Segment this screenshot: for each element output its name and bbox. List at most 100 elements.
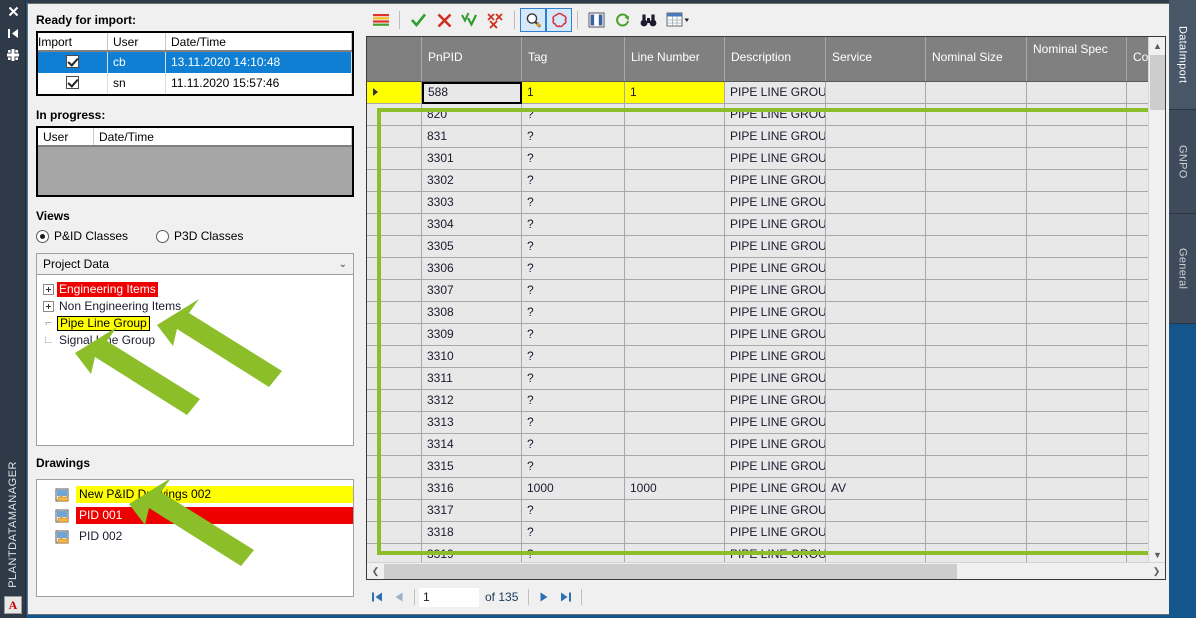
line-number-cell[interactable] [625,346,725,368]
nominal-spec-cell[interactable] [1027,280,1127,302]
service-cell[interactable] [826,390,926,412]
line-number-cell[interactable]: 1 [625,82,725,104]
marker-cell[interactable] [367,236,422,258]
first-page-button[interactable] [366,586,388,608]
nominal-size-cell[interactable] [926,544,1027,563]
nominal-spec-cell[interactable] [1027,104,1127,126]
grid-horizontal-scrollbar[interactable]: ❮ ❯ [367,562,1165,579]
line-number-cell[interactable] [625,280,725,302]
column-header-comm[interactable]: Comm [1127,37,1150,81]
table-row[interactable]: 3304? PIPE LINE GROUP [367,214,1150,236]
line-number-cell[interactable] [625,368,725,390]
nominal-spec-cell[interactable] [1027,236,1127,258]
nominal-spec-cell[interactable] [1027,170,1127,192]
pnpid-cell[interactable]: 3302 [422,170,522,192]
comm-cell[interactable] [1127,478,1150,500]
table-row[interactable]: 3309? PIPE LINE GROUP [367,324,1150,346]
tag-cell[interactable]: ? [522,544,625,563]
nominal-size-cell[interactable] [926,126,1027,148]
comm-cell[interactable] [1127,522,1150,544]
marker-cell[interactable] [367,214,422,236]
pnpid-cell[interactable]: 3303 [422,192,522,214]
pnpid-cell[interactable]: 3318 [422,522,522,544]
description-cell[interactable]: PIPE LINE GROUP [725,346,826,368]
columns-icon[interactable] [583,8,609,32]
comm-cell[interactable] [1127,412,1150,434]
comm-cell[interactable] [1127,544,1150,563]
tag-cell[interactable]: ? [522,302,625,324]
comm-cell[interactable] [1127,368,1150,390]
pnpid-cell[interactable]: 831 [422,126,522,148]
comm-cell[interactable] [1127,82,1150,104]
pnpid-cell[interactable]: 3304 [422,214,522,236]
radio-pid-classes-indicator[interactable] [36,229,49,243]
in-progress-table[interactable]: User Date/Time [36,126,354,197]
column-header-marker[interactable] [367,37,422,81]
table-row[interactable]: cb 13.11.2020 14:10:48 [38,52,352,73]
last-page-button[interactable] [555,586,577,608]
tag-cell[interactable]: ? [522,126,625,148]
line-number-cell[interactable] [625,104,725,126]
comm-cell[interactable] [1127,236,1150,258]
table-row[interactable]: sn 11.11.2020 15:57:46 [38,73,352,94]
find-binoculars-icon[interactable] [635,8,661,32]
import-checkbox-cell[interactable] [38,73,108,94]
tag-cell[interactable]: ? [522,500,625,522]
marker-cell[interactable] [367,104,422,126]
line-number-cell[interactable] [625,324,725,346]
service-cell[interactable] [826,104,926,126]
marker-cell[interactable] [367,522,422,544]
nominal-size-cell[interactable] [926,478,1027,500]
scroll-down-icon[interactable]: ▼ [1149,546,1165,563]
line-number-cell[interactable]: 1000 [625,478,725,500]
table-row[interactable]: 3310? PIPE LINE GROUP [367,346,1150,368]
import-checkbox[interactable] [66,76,79,89]
service-cell[interactable] [826,236,926,258]
tag-cell[interactable]: ? [522,324,625,346]
nominal-size-cell[interactable] [926,324,1027,346]
table-row[interactable]: 3314? PIPE LINE GROUP [367,434,1150,456]
service-cell[interactable] [826,258,926,280]
nominal-size-cell[interactable] [926,456,1027,478]
marker-cell[interactable] [367,302,422,324]
description-cell[interactable]: PIPE LINE GROUP [725,302,826,324]
description-cell[interactable]: PIPE LINE GROUP [725,170,826,192]
comm-cell[interactable] [1127,434,1150,456]
pnpid-cell[interactable]: 3307 [422,280,522,302]
table-row[interactable]: 3303? PIPE LINE GROUP [367,192,1150,214]
tag-cell[interactable]: ? [522,258,625,280]
column-header-user[interactable]: User [38,128,94,145]
tag-cell[interactable]: ? [522,236,625,258]
tree-item-pipe-line-group[interactable]: ⌐ Pipe Line Group [43,315,353,332]
column-header-nominal-spec[interactable]: Nominal Spec [1027,37,1127,81]
nominal-size-cell[interactable] [926,302,1027,324]
column-header-description[interactable]: Description [725,37,826,81]
marker-cell[interactable] [367,192,422,214]
description-cell[interactable]: PIPE LINE GROUP [725,390,826,412]
tag-cell[interactable]: ? [522,170,625,192]
import-checkbox[interactable] [66,55,79,68]
line-number-cell[interactable] [625,500,725,522]
marker-cell[interactable] [367,390,422,412]
table-row[interactable]: 3312? PIPE LINE GROUP [367,390,1150,412]
description-cell[interactable]: PIPE LINE GROUP [725,214,826,236]
line-number-cell[interactable] [625,192,725,214]
marker-cell[interactable] [367,258,422,280]
service-cell[interactable] [826,126,926,148]
nominal-size-cell[interactable] [926,368,1027,390]
vertical-scrollbar-thumb[interactable] [1150,55,1165,110]
tab-dataimport[interactable]: DataImport [1169,0,1196,110]
description-cell[interactable]: PIPE LINE GROUP [725,544,826,563]
line-number-cell[interactable] [625,302,725,324]
scroll-up-icon[interactable]: ▲ [1149,37,1165,54]
nominal-size-cell[interactable] [926,500,1027,522]
nominal-spec-cell[interactable] [1027,500,1127,522]
nominal-size-cell[interactable] [926,346,1027,368]
dock-pin-icon[interactable] [0,22,26,44]
table-row[interactable]: 3315? PIPE LINE GROUP [367,456,1150,478]
table-row[interactable]: 3308? PIPE LINE GROUP [367,302,1150,324]
color-legend-icon[interactable] [368,8,394,32]
nominal-size-cell[interactable] [926,192,1027,214]
close-icon[interactable] [0,0,26,22]
nominal-spec-cell[interactable] [1027,522,1127,544]
